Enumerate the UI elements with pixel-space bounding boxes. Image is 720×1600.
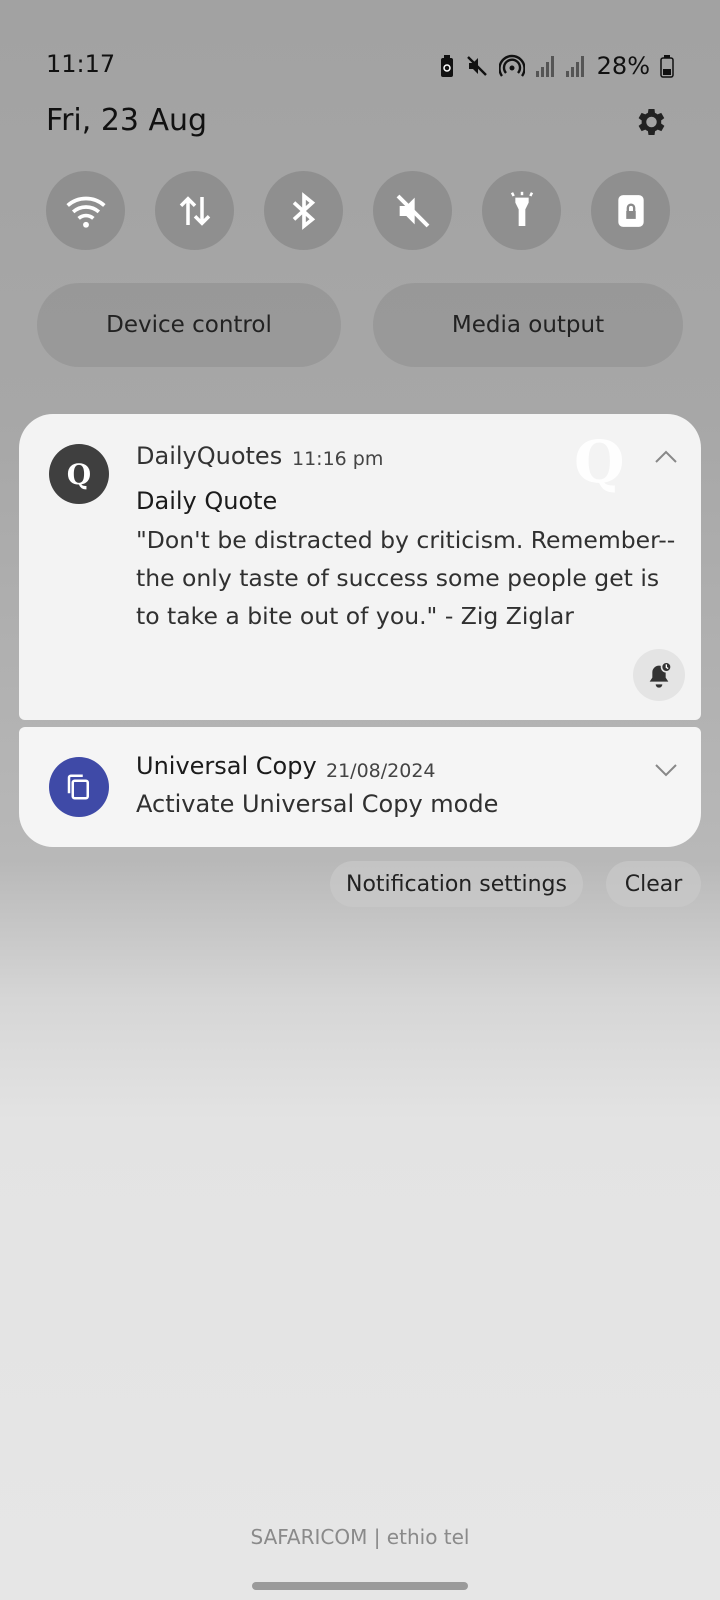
universal-copy-app-icon xyxy=(49,757,109,817)
signal-2-icon xyxy=(565,55,585,77)
carrier-label: SAFARICOM | ethio tel xyxy=(250,1525,470,1549)
notification-title: Daily Quote xyxy=(136,487,278,515)
gear-icon xyxy=(638,108,665,136)
app-watermark-logo: Q xyxy=(574,428,625,496)
status-icons: 28% xyxy=(439,52,674,80)
clear-button[interactable]: Clear xyxy=(606,861,701,907)
battery-saver-icon xyxy=(439,54,455,78)
mute-icon xyxy=(396,194,429,227)
flashlight-tile[interactable] xyxy=(482,171,561,250)
media-output-button[interactable]: Media output xyxy=(373,283,683,367)
screen-lock-tile[interactable] xyxy=(591,171,670,250)
sound-tile[interactable] xyxy=(373,171,452,250)
collapse-chevron-up-icon[interactable] xyxy=(654,450,678,464)
notification-settings-button[interactable]: Notification settings xyxy=(330,861,583,907)
app-name: DailyQuotes xyxy=(136,442,283,470)
lock-icon xyxy=(617,194,644,227)
settings-button[interactable] xyxy=(632,104,668,140)
notification-body: Activate Universal Copy mode xyxy=(136,790,499,818)
device-control-button[interactable]: Device control xyxy=(37,283,341,367)
snooze-button[interactable] xyxy=(633,649,685,701)
snooze-bell-icon xyxy=(649,661,672,688)
expand-chevron-down-icon[interactable] xyxy=(654,763,678,777)
wifi-tile[interactable] xyxy=(46,171,125,250)
universal-copy-notification[interactable]: Universal Copy 21/08/2024 Activate Unive… xyxy=(19,727,701,847)
battery-icon xyxy=(660,54,674,78)
notification-time: 11:16 pm xyxy=(292,448,384,470)
mobile-data-tile[interactable] xyxy=(155,171,234,250)
flashlight-icon xyxy=(510,191,533,226)
dailyquotes-app-icon: Q xyxy=(49,444,109,504)
hotspot-icon xyxy=(498,54,525,78)
status-bar: 11:17 28% xyxy=(46,48,674,84)
app-name: Universal Copy xyxy=(136,752,317,780)
clock: 11:17 xyxy=(46,50,116,78)
notification-time: 21/08/2024 xyxy=(326,760,436,782)
dailyquotes-notification[interactable]: Q DailyQuotes 11:16 pm Q Daily Quote "Do… xyxy=(19,414,701,720)
bluetooth-tile[interactable] xyxy=(264,171,343,250)
bluetooth-icon xyxy=(292,191,315,230)
battery-percent: 28% xyxy=(596,52,650,80)
signal-1-icon xyxy=(535,55,555,77)
notification-body: "Don't be distracted by criticism. Remem… xyxy=(136,526,676,630)
quick-settings-row xyxy=(46,171,670,251)
date-label: Fri, 23 Aug xyxy=(46,103,208,138)
home-gesture-bar[interactable] xyxy=(252,1582,468,1590)
data-arrows-icon xyxy=(179,195,210,226)
copy-icon xyxy=(67,774,89,800)
mute-icon xyxy=(465,54,489,78)
wifi-icon xyxy=(65,196,106,228)
avatar-letter: Q xyxy=(66,457,92,491)
